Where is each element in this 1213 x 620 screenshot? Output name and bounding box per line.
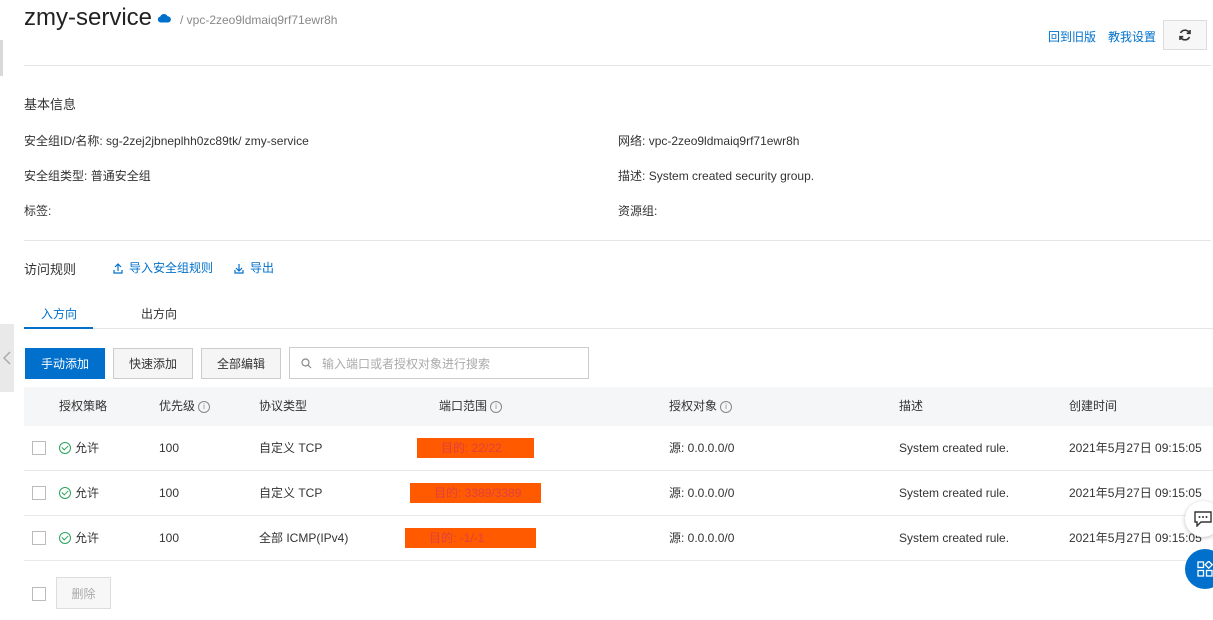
refresh-button[interactable] [1163, 20, 1207, 50]
row-checkbox[interactable] [32, 531, 46, 545]
description-cell: System created rule. [899, 531, 1010, 545]
description-row: 描述: System created security group. [618, 167, 814, 184]
description-value: System created security group. [648, 169, 815, 183]
left-edge-marker [0, 40, 3, 76]
row-checkbox[interactable] [32, 441, 46, 455]
col-policy: 授权策略 [59, 399, 108, 413]
port-cell-redacted: 目的: 22/22 [417, 438, 534, 458]
chat-icon [1194, 511, 1212, 527]
chevron-left-icon [3, 351, 11, 365]
auth-cell: 源: 0.0.0.0/0 [669, 531, 735, 545]
table-row: 允许 100 全部 ICMP(IPv4) 目的: -1/-1 源: 0.0.0.… [24, 516, 1213, 561]
active-tab-indicator [24, 327, 93, 329]
edit-all-button[interactable]: 全部编辑 [201, 348, 281, 379]
table-row: 允许 100 自定义 TCP 目的: 22/22 源: 0.0.0.0/0 Sy… [24, 426, 1213, 471]
breadcrumb: / vpc-2zeo9ldmaiq9rf71ewr8h [180, 13, 338, 27]
protocol-cell: 全部 ICMP(IPv4) [259, 531, 349, 545]
page-title: zmy-service [24, 4, 153, 31]
access-rules-title: 访问规则 [24, 262, 77, 277]
protocol-cell: 自定义 TCP [259, 486, 323, 500]
table-row: 允许 100 自定义 TCP 目的: 3389/3389 源: 0.0.0.0/… [24, 471, 1213, 516]
check-circle-icon [59, 441, 71, 454]
col-protocol: 协议类型 [259, 399, 308, 413]
auth-cell: 源: 0.0.0.0/0 [669, 486, 735, 500]
apps-button[interactable] [1185, 549, 1213, 589]
sg-type-row: 安全组类型: 普通安全组 [24, 167, 151, 184]
collapse-sidebar-toggle[interactable] [0, 324, 14, 392]
resource-group-label: 资源组: [618, 204, 658, 218]
info-divider [24, 240, 1211, 241]
back-to-old-version-link[interactable]: 回到旧版 [1048, 28, 1096, 45]
row-checkbox[interactable] [32, 486, 46, 500]
info-icon: i [720, 400, 733, 413]
import-rules-label: 导入安全组规则 [129, 261, 214, 275]
tab-inbound[interactable]: 入方向 [41, 305, 77, 322]
manual-add-button[interactable]: 手动添加 [25, 348, 105, 379]
chat-button[interactable] [1185, 501, 1213, 537]
info-icon: i [490, 400, 503, 413]
policy-cell: 允许 [59, 426, 99, 470]
port-cell-redacted: 目的: 3389/3389 [410, 483, 541, 503]
protocol-cell: 自定义 TCP [259, 441, 323, 455]
info-icon: i [198, 400, 211, 413]
sg-id-value: sg-2zej2jbneplhh0zc89tk/ zmy-service [106, 134, 309, 148]
col-port-range: 端口范围 i [439, 387, 503, 426]
network-row: 网络: vpc-2zeo9ldmaiq9rf71ewr8h [618, 132, 799, 149]
time-cell: 2021年5月27日 09:15:05 [1069, 441, 1202, 455]
teach-me-link[interactable]: 教我设置 [1108, 28, 1156, 45]
time-cell: 2021年5月27日 09:15:05 [1069, 531, 1202, 545]
sg-id-label: 安全组ID/名称: [24, 134, 103, 148]
check-circle-icon [59, 531, 71, 544]
search-input[interactable] [320, 348, 584, 380]
tabs-divider [24, 328, 1213, 329]
table-header: 授权策略 优先级 i 协议类型 端口范围 i 授权对象 i 描述 创建时间 [24, 387, 1213, 426]
sg-type-value: 普通安全组 [90, 169, 151, 183]
import-rules-link[interactable]: 导入安全组规则 [113, 259, 213, 276]
quick-add-button[interactable]: 快速添加 [113, 348, 193, 379]
header-divider [24, 65, 1211, 66]
network-value: vpc-2zeo9ldmaiq9rf71ewr8h [648, 134, 800, 148]
priority-cell: 100 [159, 441, 180, 455]
search-box [289, 347, 589, 380]
port-cell-redacted: 目的: -1/-1 [405, 528, 536, 548]
check-circle-icon [59, 486, 71, 499]
sg-id-row: 安全组ID/名称: sg-2zej2jbneplhh0zc89tk/ zmy-s… [24, 132, 309, 149]
auth-cell: 源: 0.0.0.0/0 [669, 441, 735, 455]
network-label: 网络: [618, 134, 646, 148]
sg-type-label: 安全组类型: [24, 169, 88, 183]
search-icon [301, 358, 312, 369]
priority-cell: 100 [159, 531, 180, 545]
export-label: 导出 [250, 261, 275, 275]
col-created-time: 创建时间 [1069, 399, 1118, 413]
description-cell: System created rule. [899, 441, 1010, 455]
priority-cell: 100 [159, 486, 180, 500]
select-all-checkbox[interactable] [32, 587, 46, 601]
upload-icon [113, 263, 123, 274]
delete-button[interactable]: 删除 [56, 577, 111, 609]
apps-grid-icon [1197, 561, 1213, 577]
description-cell: System created rule. [899, 486, 1010, 500]
time-cell: 2021年5月27日 09:15:05 [1069, 486, 1202, 500]
refresh-icon [1179, 29, 1191, 41]
col-auth-object: 授权对象 i [669, 387, 733, 426]
policy-cell: 允许 [59, 516, 99, 560]
col-priority: 优先级 i [159, 387, 211, 426]
tag-label: 标签: [24, 204, 52, 218]
download-icon [234, 264, 244, 274]
cloud-icon [157, 13, 171, 23]
col-description: 描述 [899, 399, 924, 413]
policy-cell: 允许 [59, 471, 99, 515]
tab-outbound[interactable]: 出方向 [141, 305, 177, 322]
export-link[interactable]: 导出 [234, 259, 274, 276]
description-label: 描述: [618, 169, 646, 183]
basic-info-title: 基本信息 [24, 97, 77, 112]
